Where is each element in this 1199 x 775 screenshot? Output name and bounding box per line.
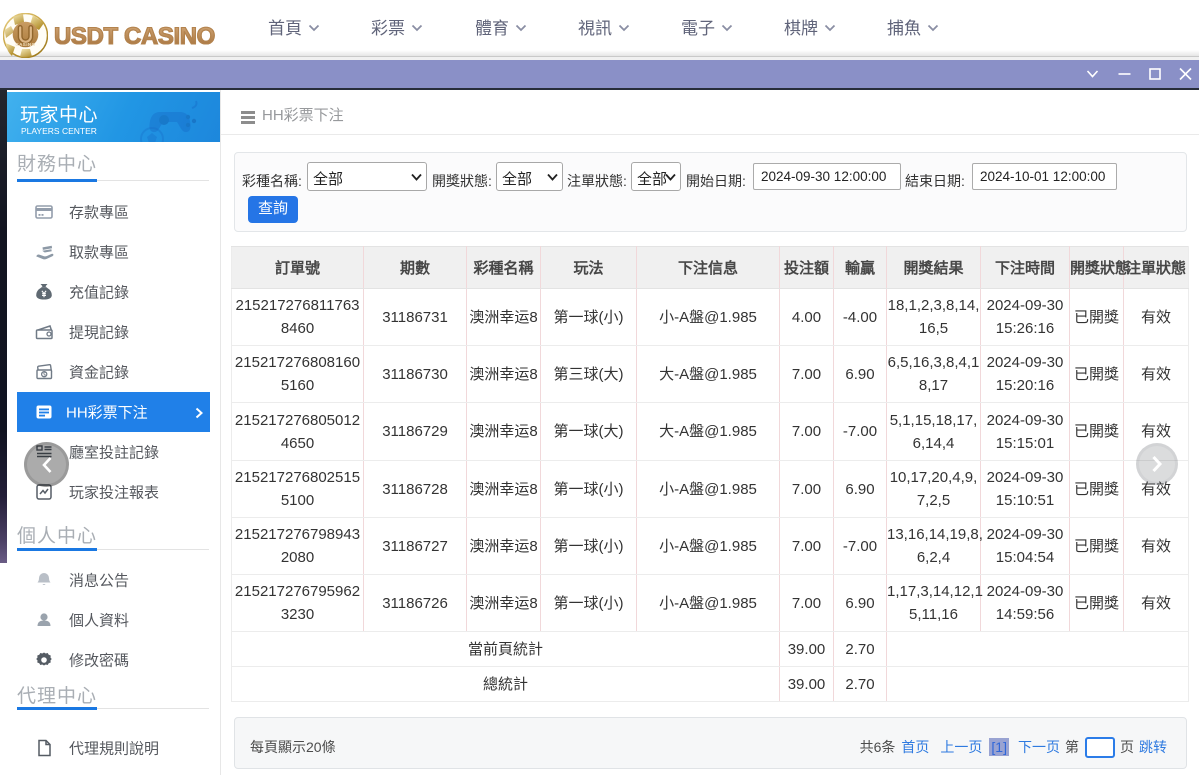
svg-text:CASINO: CASINO [15,42,35,47]
